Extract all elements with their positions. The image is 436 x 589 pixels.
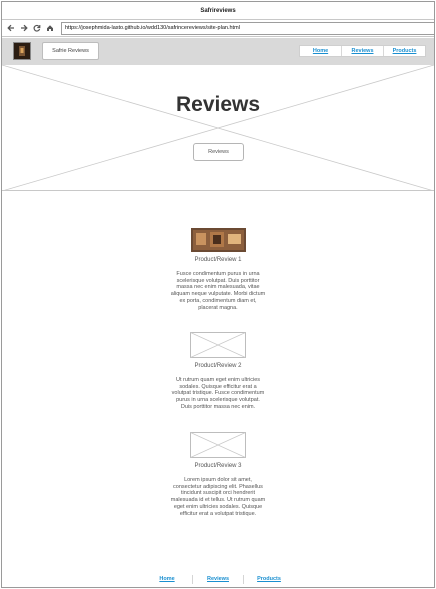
review-item: Product/Review 1 Fusce condimentum purus… xyxy=(2,228,434,311)
footer-link-home[interactable]: Home xyxy=(147,576,187,584)
review-text: Fusce condimentum purus in urna sceleris… xyxy=(170,271,266,311)
product-placeholder-image-2 xyxy=(190,332,246,358)
product-placeholder-image-3 xyxy=(190,432,246,458)
review-title: Product/Review 3 xyxy=(194,463,242,469)
url-input[interactable]: https://josephmida-lasto.github.io/wdd13… xyxy=(61,21,434,35)
back-arrow-icon[interactable] xyxy=(5,23,16,34)
product-photo-1 xyxy=(190,228,246,252)
footer-nav: Home Reviews Products xyxy=(2,575,434,584)
divider xyxy=(243,575,244,584)
nav-link-products[interactable]: Products xyxy=(384,46,425,56)
address-bar: https://josephmida-lasto.github.io/wdd13… xyxy=(2,20,434,37)
review-title: Product/Review 2 xyxy=(194,363,242,369)
top-nav: Home Reviews Products xyxy=(299,45,426,57)
review-title: Product/Review 1 xyxy=(194,257,242,263)
footer-link-reviews[interactable]: Reviews xyxy=(198,576,238,584)
page-title: Reviews xyxy=(175,93,261,116)
hero-placeholder-image xyxy=(2,65,434,191)
divider xyxy=(192,575,193,584)
footer-link-products[interactable]: Products xyxy=(249,576,289,584)
review-item: Product/Review 3 Lorem ipsum dolor sit a… xyxy=(2,432,434,517)
nav-link-reviews[interactable]: Reviews xyxy=(342,46,384,56)
reviews-button[interactable]: Reviews xyxy=(193,143,244,161)
site-header: Safrie Reviews Home Reviews Products xyxy=(2,38,434,65)
reload-icon[interactable] xyxy=(31,23,42,34)
site-logo[interactable] xyxy=(13,42,31,60)
nav-link-home[interactable]: Home xyxy=(300,46,342,56)
home-icon[interactable] xyxy=(44,23,55,34)
browser-window: Safrireviews https://josephmida-lasto.gi… xyxy=(1,1,435,588)
brand-button[interactable]: Safrie Reviews xyxy=(42,42,99,60)
hero-banner: Reviews Reviews xyxy=(2,65,434,191)
review-text: Lorem ipsum dolor sit amet, consectetur … xyxy=(170,477,266,517)
review-text: Ut rutrum quam eget enim ultricies sodal… xyxy=(171,377,265,410)
forward-arrow-icon[interactable] xyxy=(18,23,29,34)
review-item: Product/Review 2 Ut rutrum quam eget eni… xyxy=(2,332,434,411)
window-title: Safrireviews xyxy=(2,2,434,20)
